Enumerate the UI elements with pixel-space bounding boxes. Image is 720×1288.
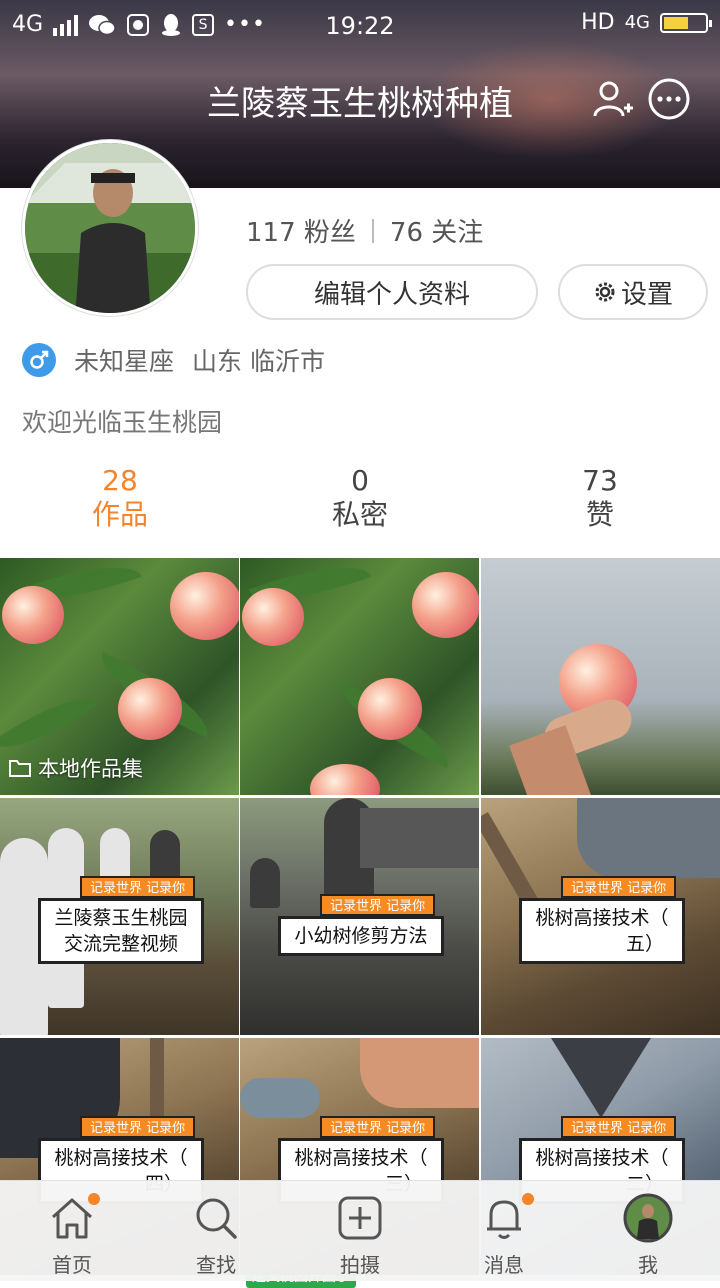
rec-tag: 记录世界 记录你 xyxy=(80,1116,196,1138)
tab-search[interactable]: 查找 xyxy=(144,1181,288,1281)
video-thumbnail[interactable] xyxy=(481,558,720,795)
video-title-line: 桃树高接技术（ xyxy=(54,1147,188,1169)
tab-search-label: 查找 xyxy=(196,1253,236,1277)
network-type-right: 4G xyxy=(624,12,650,33)
notification-dot xyxy=(88,1193,100,1205)
avatar xyxy=(623,1193,673,1243)
video-thumbnail[interactable]: 本地作品集 xyxy=(0,558,239,795)
likes-count: 73 xyxy=(582,464,618,497)
rec-tag: 记录世界 记录你 xyxy=(561,876,677,898)
more-options-icon[interactable] xyxy=(648,78,690,120)
works-count: 28 xyxy=(102,464,138,497)
gear-icon xyxy=(595,282,615,302)
private-count: 0 xyxy=(351,464,369,497)
male-icon xyxy=(22,343,56,377)
collection-caption-text: 本地作品集 xyxy=(38,757,143,781)
tab-likes[interactable]: 73 赞 xyxy=(480,464,720,532)
fans-count[interactable]: 117 粉丝 xyxy=(246,212,356,249)
video-title-line: 兰陵蔡玉生桃园 xyxy=(54,907,188,929)
battery-icon xyxy=(660,12,712,33)
tab-messages[interactable]: 消息 xyxy=(432,1181,576,1281)
hd-indicator: HD xyxy=(581,10,615,35)
tab-home-label: 首页 xyxy=(52,1253,92,1277)
tab-home[interactable]: 首页 xyxy=(0,1181,144,1281)
tab-works[interactable]: 28 作品 xyxy=(0,464,240,532)
video-title: 桃树高接技术（ 五） xyxy=(519,898,685,964)
profile-info: 未知星座 山东 临沂市 xyxy=(22,342,325,378)
rec-tag: 记录世界 记录你 xyxy=(561,1116,677,1138)
rec-tag: 记录世界 记录你 xyxy=(80,876,196,898)
rec-tag: 记录世界 记录你 xyxy=(320,894,436,916)
video-thumbnail[interactable]: 记录世界 记录你 桃树高接技术（ 五） xyxy=(481,798,720,1035)
video-title-line: 交流完整视频 xyxy=(63,933,178,955)
location: 山东 临沂市 xyxy=(192,347,325,376)
notification-dot xyxy=(522,1193,534,1205)
edit-profile-button[interactable]: 编辑个人资料 xyxy=(246,264,538,320)
divider xyxy=(371,218,374,243)
add-friend-icon[interactable] xyxy=(592,78,634,120)
tab-me[interactable]: 我 xyxy=(576,1181,720,1281)
video-title-line: 五） xyxy=(625,933,664,955)
video-thumbnail[interactable] xyxy=(240,558,479,795)
video-thumbnail[interactable]: 记录世界 记录你 兰陵蔡玉生桃园 交流完整视频 xyxy=(0,798,239,1035)
tab-capture[interactable]: 拍摄 xyxy=(288,1181,432,1281)
search-icon xyxy=(196,1198,237,1239)
edit-profile-label: 编辑个人资料 xyxy=(313,279,470,310)
settings-label: 设置 xyxy=(620,279,673,310)
folder-icon xyxy=(9,760,31,777)
video-thumbnail[interactable]: 记录世界 记录你 小幼树修剪方法 xyxy=(240,798,479,1035)
avatar[interactable] xyxy=(22,140,198,316)
video-title-line: 小幼树修剪方法 xyxy=(294,925,428,947)
follow-stats: 117 粉丝 76 关注 xyxy=(246,212,483,249)
video-title-line: 桃树高接技术（ xyxy=(535,907,669,929)
tab-capture-label: 拍摄 xyxy=(340,1253,380,1277)
avatar-photo xyxy=(25,143,195,313)
rec-tag: 记录世界 记录你 xyxy=(320,1116,436,1138)
settings-button[interactable]: 设置 xyxy=(558,264,708,320)
likes-label: 赞 xyxy=(585,498,614,531)
works-label: 作品 xyxy=(91,498,148,531)
video-title-line: 桃树高接技术（ xyxy=(535,1147,669,1169)
collection-caption: 本地作品集 xyxy=(8,753,143,783)
private-label: 私密 xyxy=(331,498,388,531)
bottom-tab-bar: 首页 查找 拍摄 消息 我 xyxy=(0,1180,720,1281)
video-title-line: 桃树高接技术（ xyxy=(294,1147,428,1169)
video-title: 小幼树修剪方法 xyxy=(278,916,444,956)
tab-private[interactable]: 0 私密 xyxy=(240,464,480,532)
video-title: 兰陵蔡玉生桃园 交流完整视频 xyxy=(38,898,204,964)
bio: 欢迎光临玉生桃园 xyxy=(22,408,223,437)
content-tabs: 28 作品 0 私密 73 赞 xyxy=(0,464,720,532)
status-bar: 4G S ••• 19:22 HD 4G xyxy=(0,0,720,50)
tab-messages-label: 消息 xyxy=(484,1253,524,1277)
follow-count[interactable]: 76 关注 xyxy=(390,212,483,249)
constellation: 未知星座 xyxy=(74,347,175,376)
tab-me-label: 我 xyxy=(638,1253,658,1277)
capture-plus-icon xyxy=(338,1196,382,1240)
